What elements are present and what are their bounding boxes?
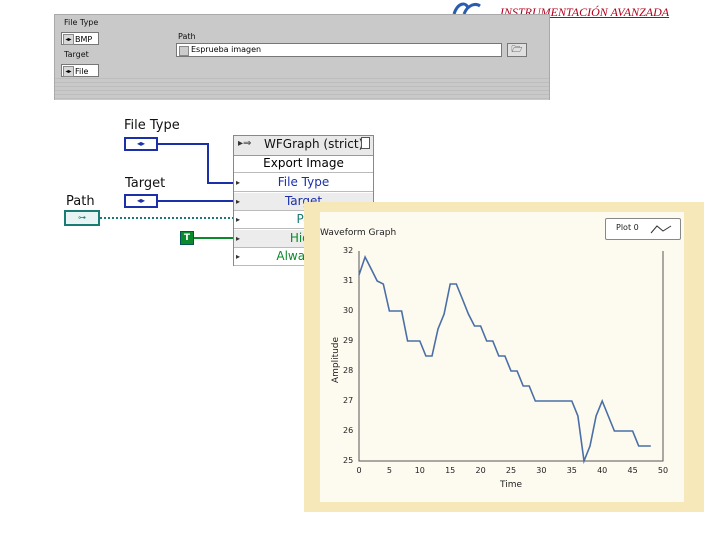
plot-area — [358, 251, 664, 465]
plot-axes — [358, 251, 664, 462]
series-line — [358, 254, 651, 465]
